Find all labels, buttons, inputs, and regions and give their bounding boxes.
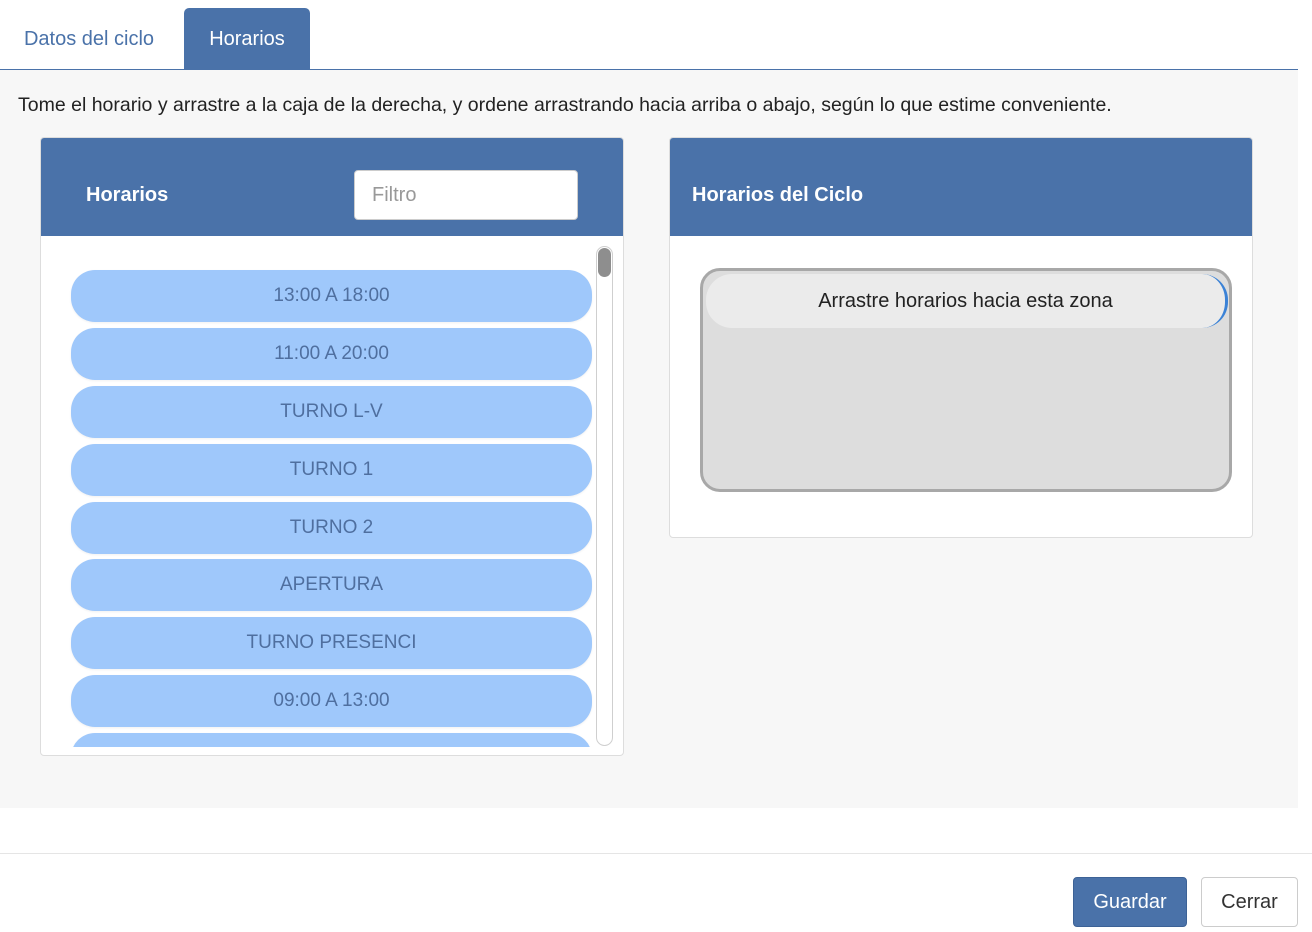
panel-title: Horarios del Ciclo [692, 184, 864, 206]
drop-zone[interactable]: Arrastre horarios hacia esta zona [700, 268, 1232, 492]
tab-bar: Datos del ciclo Horarios [0, 0, 1298, 70]
list-scrollbar[interactable] [596, 246, 613, 746]
tab-content: Tome el horario y arrastre a la caja de … [0, 70, 1298, 808]
save-button[interactable]: Guardar [1073, 877, 1187, 927]
instructions-text: Tome el horario y arrastre a la caja de … [18, 94, 1112, 116]
tab-datos-del-ciclo[interactable]: Datos del ciclo [0, 8, 178, 70]
filter-input[interactable] [354, 170, 578, 220]
close-button[interactable]: Cerrar [1201, 877, 1298, 927]
schedule-list: 13:00 A 18:00 11:00 A 20:00 TURNO L-V TU… [41, 237, 623, 747]
panel-header: Horarios del Ciclo [670, 138, 1252, 236]
schedule-item[interactable]: 11:00 A 20:00 [71, 328, 592, 380]
cycle-schedules-panel: Horarios del Ciclo Arrastre horarios hac… [669, 137, 1253, 538]
drop-placeholder: Arrastre horarios hacia esta zona [706, 274, 1228, 328]
schedule-item[interactable]: TURNO 2 [71, 502, 592, 554]
tab-horarios[interactable]: Horarios [184, 8, 310, 70]
schedule-item[interactable]: TURNO PRESENCI [71, 617, 592, 669]
scrollbar-thumb[interactable] [598, 248, 611, 277]
schedule-item[interactable]: 09:00 A 13:00 [71, 675, 592, 727]
panel-title: Horarios [86, 184, 169, 206]
panel-header: Horarios [41, 138, 623, 236]
footer-divider [0, 853, 1312, 854]
available-schedules-panel: Horarios 13:00 A 18:00 11:00 A 20:00 TUR… [40, 137, 624, 756]
schedule-item[interactable]: TURNO L-V [71, 386, 592, 438]
schedule-item[interactable] [71, 733, 592, 747]
schedule-item[interactable]: APERTURA [71, 559, 592, 611]
schedule-item[interactable]: 13:00 A 18:00 [71, 270, 592, 322]
schedule-item[interactable]: TURNO 1 [71, 444, 592, 496]
